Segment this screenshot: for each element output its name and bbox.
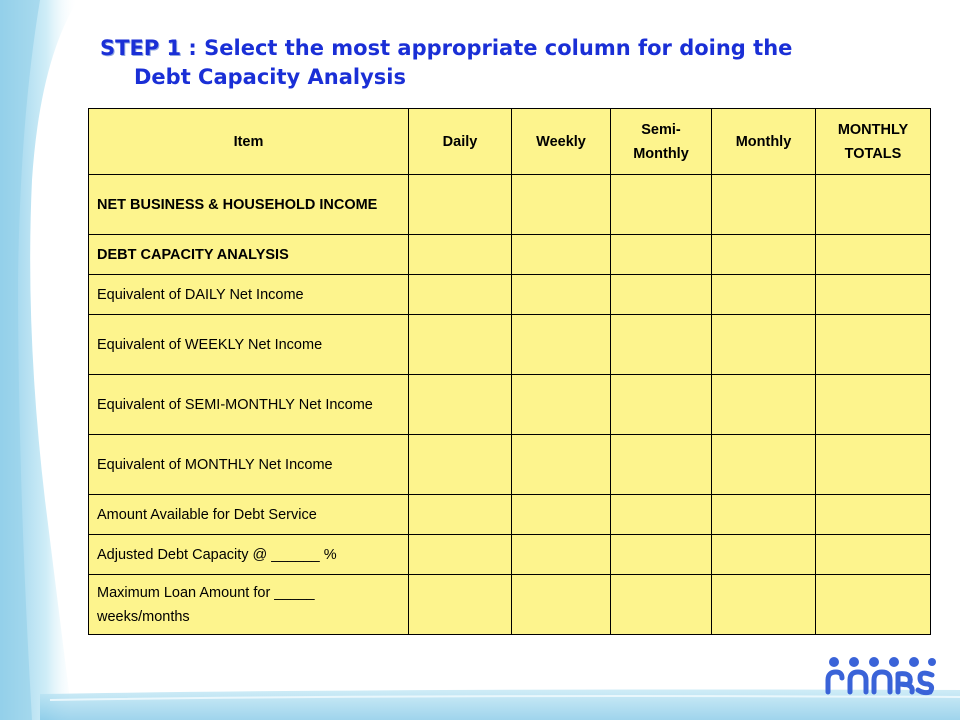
cell-weekly (511, 174, 611, 235)
cell-monthly (711, 494, 816, 535)
header-semi-monthly: Semi-Monthly (610, 108, 712, 175)
row-label: Equivalent of WEEKLY Net Income (88, 314, 409, 375)
cell-monthly (711, 234, 816, 275)
cell-weekly (511, 314, 611, 375)
table-row: Maximum Loan Amount for _____ weeks/mont… (88, 574, 931, 635)
title-step: STEP 1 (100, 36, 182, 60)
table-row: NET BUSINESS & HOUSEHOLD INCOME (88, 174, 931, 235)
cell-daily (408, 534, 512, 575)
cell-monthly-totals (815, 434, 931, 495)
table-row: Amount Available for Debt Service (88, 494, 931, 535)
cell-daily (408, 374, 512, 435)
cell-daily (408, 574, 512, 635)
cell-semi-monthly (610, 574, 712, 635)
header-monthly-totals: MONTHLY TOTALS (815, 108, 931, 175)
header-monthly: Monthly (711, 108, 816, 175)
cell-monthly (711, 174, 816, 235)
row-label: Amount Available for Debt Service (88, 494, 409, 535)
cell-semi-monthly (610, 494, 712, 535)
table-row: DEBT CAPACITY ANALYSIS (88, 234, 931, 275)
cell-monthly-totals (815, 274, 931, 315)
cell-semi-monthly (610, 534, 712, 575)
header-item: Item (88, 108, 409, 175)
cell-daily (408, 434, 512, 495)
debt-capacity-table: Item Daily Weekly Semi-Monthly Monthly M… (88, 108, 931, 635)
cell-weekly (511, 234, 611, 275)
cell-monthly-totals (815, 574, 931, 635)
header-daily: Daily (408, 108, 512, 175)
cell-weekly (511, 374, 611, 435)
table-row: Equivalent of DAILY Net Income (88, 274, 931, 315)
cell-semi-monthly (610, 234, 712, 275)
cell-monthly (711, 314, 816, 375)
cell-semi-monthly (610, 314, 712, 375)
cell-monthly (711, 374, 816, 435)
cell-weekly (511, 534, 611, 575)
cell-monthly-totals (815, 374, 931, 435)
cell-monthly-totals (815, 174, 931, 235)
row-label: Equivalent of SEMI-MONTHLY Net Income (88, 374, 409, 435)
table-row: Equivalent of SEMI-MONTHLY Net Income (88, 374, 931, 435)
cell-daily (408, 274, 512, 315)
cell-monthly-totals (815, 494, 931, 535)
cell-daily (408, 314, 512, 375)
cell-monthly (711, 534, 816, 575)
header-row: Item Daily Weekly Semi-Monthly Monthly M… (88, 108, 931, 175)
cell-weekly (511, 574, 611, 635)
row-label: Adjusted Debt Capacity @ ______ % (88, 534, 409, 575)
table-row: Adjusted Debt Capacity @ ______ % (88, 534, 931, 575)
cell-daily (408, 494, 512, 535)
rimans-logo-icon (825, 657, 936, 696)
cell-weekly (511, 274, 611, 315)
row-label: Maximum Loan Amount for _____ weeks/mont… (88, 574, 409, 635)
cell-weekly (511, 434, 611, 495)
cell-semi-monthly (610, 374, 712, 435)
cell-monthly-totals (815, 534, 931, 575)
cell-weekly (511, 494, 611, 535)
cell-monthly-totals (815, 234, 931, 275)
row-label: DEBT CAPACITY ANALYSIS (88, 234, 409, 275)
cell-daily (408, 174, 512, 235)
row-label: Equivalent of MONTHLY Net Income (88, 434, 409, 495)
row-label: Equivalent of DAILY Net Income (88, 274, 409, 315)
bottom-band (40, 689, 960, 720)
cell-semi-monthly (610, 174, 712, 235)
cell-monthly (711, 274, 816, 315)
title-line2: Debt Capacity Analysis (134, 65, 406, 89)
row-label: NET BUSINESS & HOUSEHOLD INCOME (88, 174, 409, 235)
cell-semi-monthly (610, 434, 712, 495)
title-text: : Select the most appropriate column for… (181, 36, 793, 60)
header-weekly: Weekly (511, 108, 611, 175)
cell-monthly (711, 434, 816, 495)
slide-title: STEP 1 : Select the most appropriate col… (100, 34, 920, 92)
cell-monthly (711, 574, 816, 635)
cell-daily (408, 234, 512, 275)
table-row: Equivalent of WEEKLY Net Income (88, 314, 931, 375)
cell-semi-monthly (610, 274, 712, 315)
table-row: Equivalent of MONTHLY Net Income (88, 434, 931, 495)
cell-monthly-totals (815, 314, 931, 375)
